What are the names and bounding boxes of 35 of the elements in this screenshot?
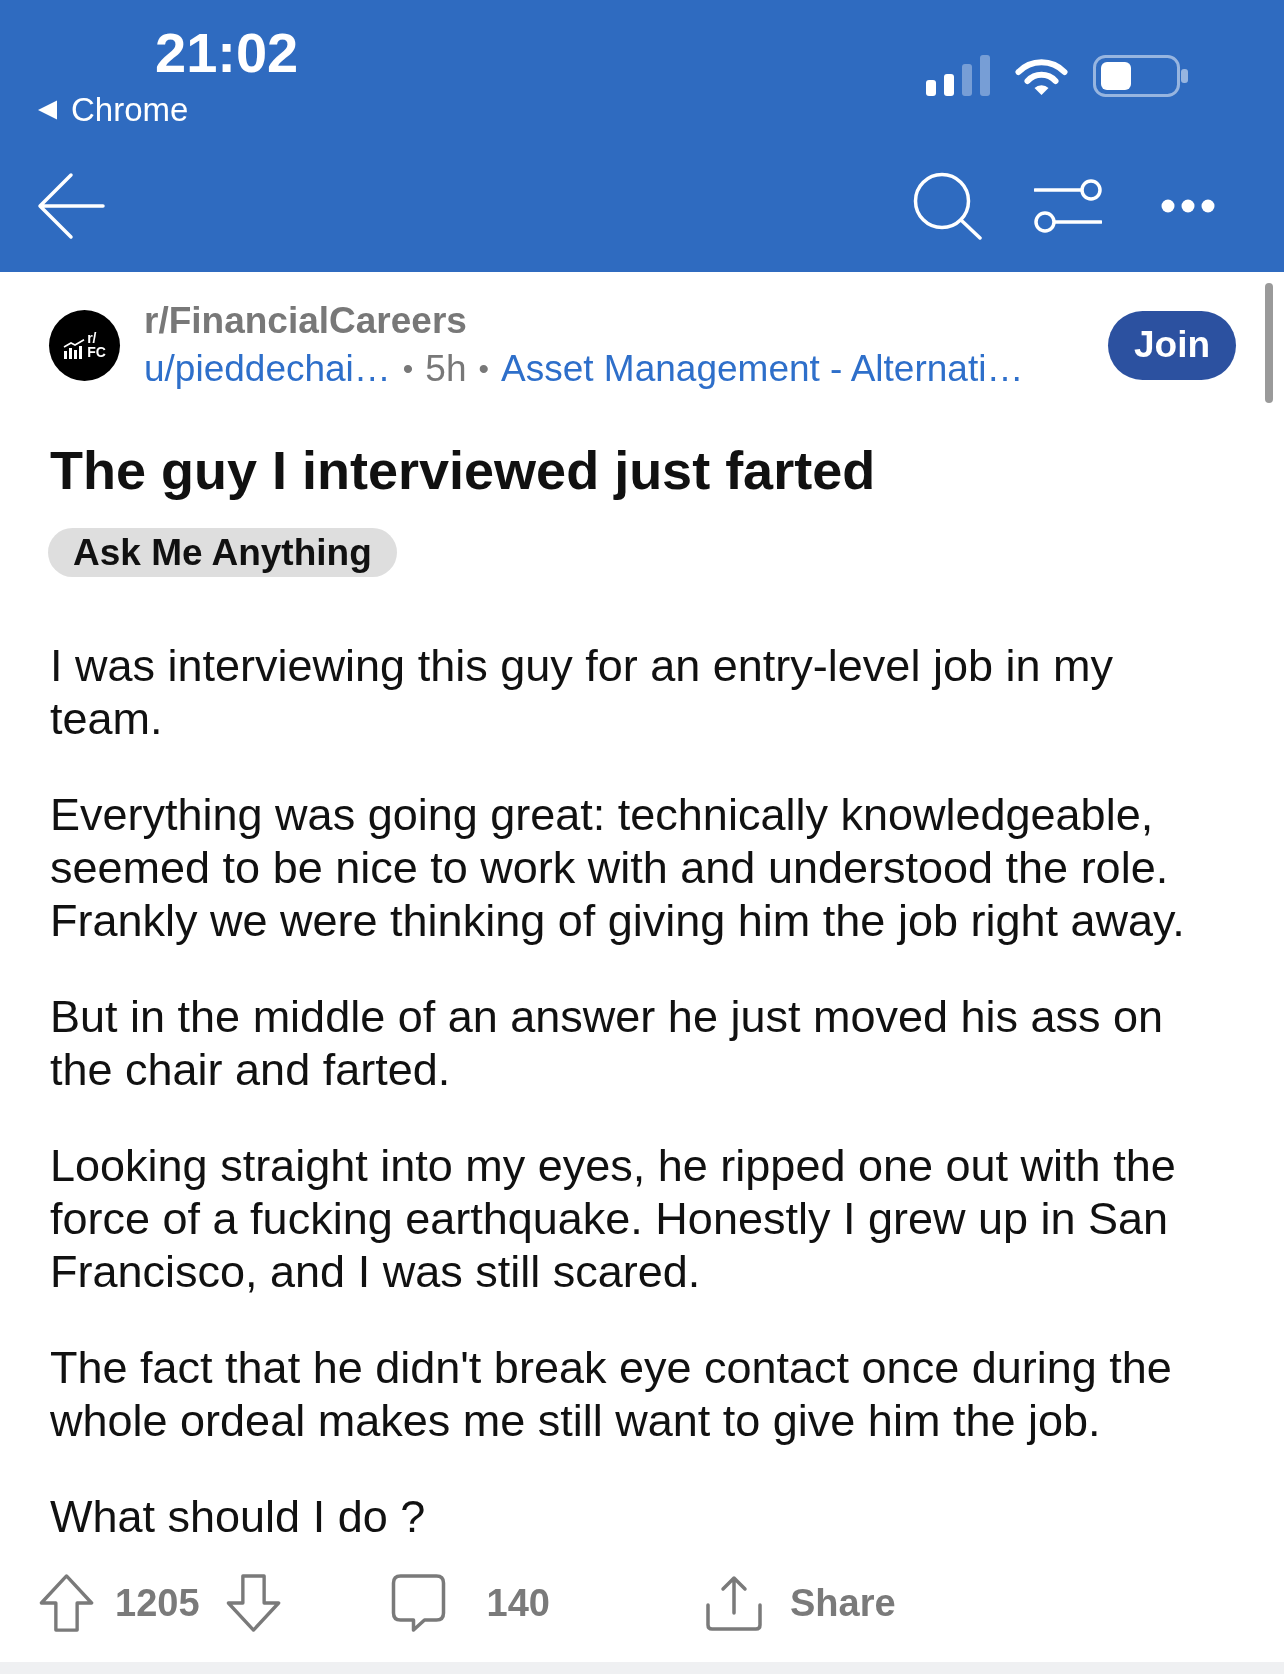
subreddit-avatar[interactable]: r/ FC xyxy=(49,309,120,381)
bar-chart-icon xyxy=(63,339,86,359)
upvote-arrow-icon[interactable] xyxy=(39,1574,94,1632)
body-paragraph: I was interviewing this guy for an entry-level job in my team. xyxy=(50,639,1114,745)
vote-count: 1205 xyxy=(115,1581,200,1625)
body-paragraph: Everything was going great: technically knowledgeable, seemed to be nice to work with and understood the role. Frankly we were thinking of giving him the job right away. xyxy=(50,788,1186,947)
body-paragraph: The fact that he didn't break eye contact once during the whole ordeal makes me still want to give him the job. xyxy=(50,1341,1173,1447)
sliders-icon[interactable] xyxy=(1034,179,1102,233)
user-flair-link[interactable]: Asset Management - Alternati… xyxy=(501,345,1024,393)
back-to-app-link[interactable]: Chrome xyxy=(71,92,189,128)
comments-button[interactable]: 140 xyxy=(390,1574,550,1632)
share-button[interactable]: Share xyxy=(705,1575,896,1631)
avatar-logo-text: FC xyxy=(87,345,106,359)
signal-icon xyxy=(926,55,990,96)
meta-separator: • xyxy=(402,351,414,387)
back-arrow-icon[interactable] xyxy=(37,172,105,240)
comment-bubble-icon xyxy=(390,1574,446,1632)
body-paragraph: Looking straight into my eyes, he ripped one out with the force of a fucking earthquake. Honestly I grew up in San Francisco, and I was still scared. xyxy=(50,1139,1177,1298)
subreddit-name[interactable]: r/FinancialCareers xyxy=(144,297,467,345)
status-time: 21:02 xyxy=(155,24,299,82)
post-age: 5h xyxy=(425,347,467,391)
post-flair-tag: Ask Me Anything xyxy=(48,528,397,577)
author-link[interactable]: u/pieddechai… xyxy=(144,345,391,393)
join-button[interactable]: Join xyxy=(1108,310,1236,380)
post-title: The guy I interviewed just farted xyxy=(50,439,876,502)
search-icon[interactable] xyxy=(913,172,982,240)
meta-separator: • xyxy=(478,351,490,387)
body-paragraph: But in the middle of an answer he just moved his ass on the chair and farted. xyxy=(50,990,1165,1096)
body-paragraph: What should I do ? xyxy=(50,1490,427,1543)
more-icon[interactable] xyxy=(1161,199,1215,213)
back-triangle-icon[interactable] xyxy=(37,100,58,120)
avatar-logo-text: r/ xyxy=(87,331,97,345)
battery-icon xyxy=(1093,55,1188,97)
share-icon xyxy=(705,1575,762,1631)
downvote-arrow-icon[interactable] xyxy=(225,1574,281,1632)
